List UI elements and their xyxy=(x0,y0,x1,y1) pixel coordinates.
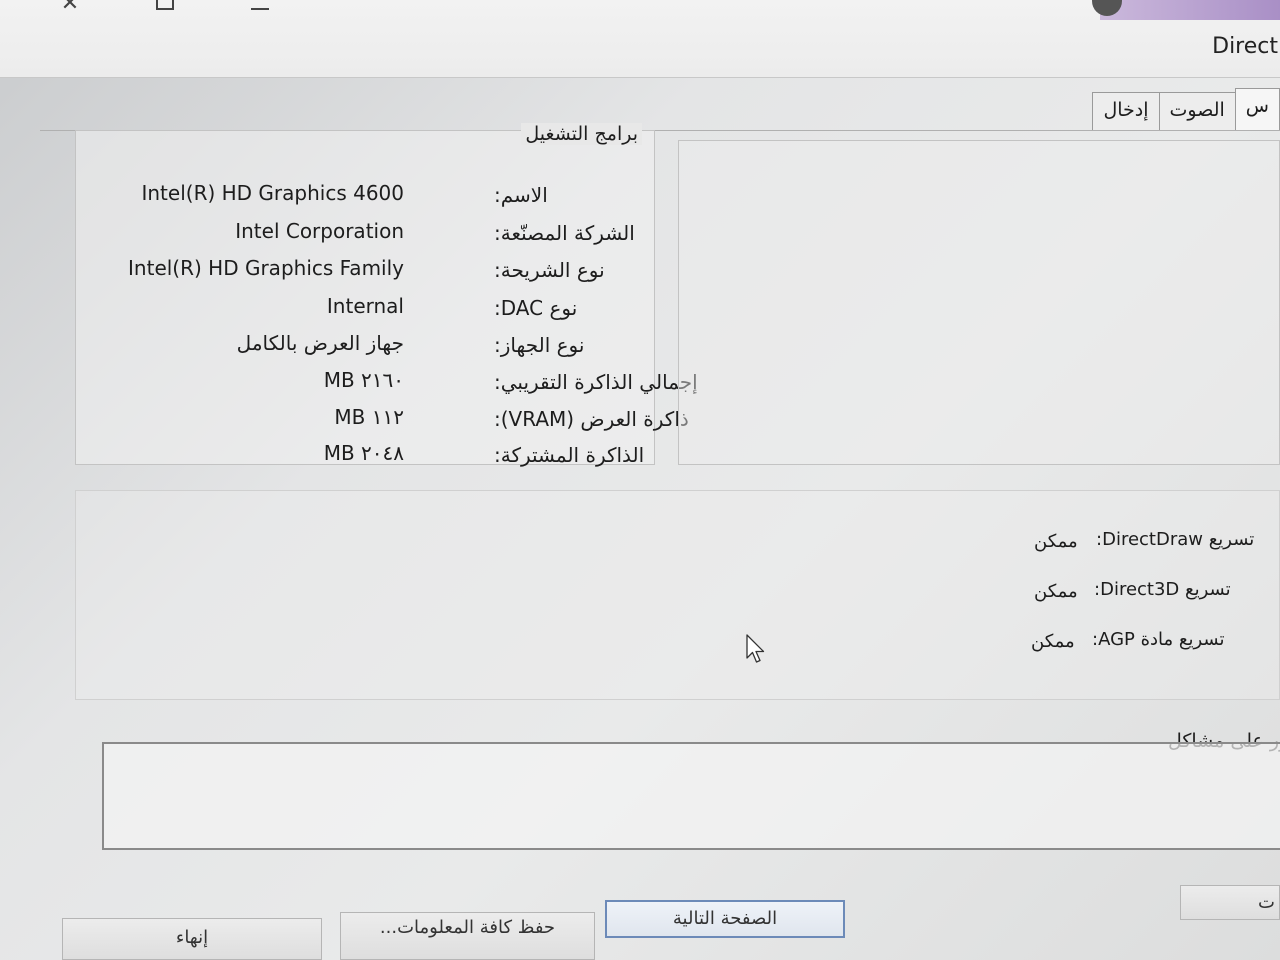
drivers-group-title: برامج التشغيل xyxy=(521,123,642,145)
minimize-icon[interactable] xyxy=(240,0,280,18)
shared-memory-label: الذاكرة المشتركة: xyxy=(494,443,645,467)
close-icon[interactable]: ✕ xyxy=(50,0,90,18)
maximize-icon[interactable] xyxy=(145,0,185,18)
manufacturer-label: الشركة المصنّعة: xyxy=(494,221,635,245)
tab-display[interactable]: س xyxy=(1234,88,1280,130)
manufacturer-value: Intel Corporation xyxy=(235,219,404,243)
taskbar-strip xyxy=(1100,0,1280,20)
device-name-label: الاسم: xyxy=(494,183,548,207)
directdraw-accel-value: ممكن xyxy=(1034,531,1078,552)
tab-sound[interactable]: الصوت xyxy=(1158,92,1236,130)
dxdiag-screen: ✕ Direct س الصوت إدخال برامج التشغيل Int… xyxy=(0,0,1280,960)
agp-accel-value: ممكن xyxy=(1031,631,1075,652)
minimize-bar-icon xyxy=(251,8,269,10)
direct3d-accel-value: ممكن xyxy=(1034,581,1078,602)
tab-input[interactable]: إدخال xyxy=(1092,92,1160,130)
vram-label: ذاكرة العرض (VRAM): xyxy=(494,407,689,431)
device-info-panel xyxy=(678,140,1280,465)
maximize-square-icon xyxy=(156,0,174,10)
shared-memory-value: MB ٢٠٤٨ xyxy=(323,441,404,465)
total-memory-label: إجمالي الذاكرة التقريبي: xyxy=(494,370,698,394)
total-memory-value: MB ٢١٦٠ xyxy=(323,368,404,392)
window-title: Direct xyxy=(1212,34,1278,59)
directdraw-accel-label: تسريع DirectDraw: xyxy=(1096,529,1255,550)
mouse-cursor-icon xyxy=(746,634,765,663)
exit-button[interactable]: إنهاء xyxy=(62,918,322,960)
dac-type-label: نوع DAC: xyxy=(494,296,578,320)
title-bar: ✕ Direct xyxy=(0,0,1280,78)
dac-type-value: Internal xyxy=(326,294,404,318)
direct3d-accel-label: تسريع Direct3D: xyxy=(1094,579,1231,600)
device-name-value: Intel(R) HD Graphics 4600 xyxy=(141,181,404,205)
device-type-value: جهاز العرض بالكامل xyxy=(236,331,404,355)
next-page-button[interactable]: الصفحة التالية xyxy=(605,900,845,938)
drivers-group: برامج التشغيل Intel(R) HD Graphics 4600 … xyxy=(75,123,698,467)
device-type-label: نوع الجهاز: xyxy=(494,333,585,357)
vram-value: MB ١١٢ xyxy=(334,405,404,429)
agp-accel-label: تسريع مادة AGP: xyxy=(1092,629,1225,650)
tab-strip: س الصوت إدخال xyxy=(1092,88,1280,130)
notes-box[interactable] xyxy=(102,742,1280,850)
chip-type-label: نوع الشريحة: xyxy=(494,258,605,282)
help-button[interactable]: ت xyxy=(1180,885,1280,920)
save-all-information-button[interactable]: حفظ كافة المعلومات... xyxy=(340,912,595,960)
directx-features-group: تسريع DirectDraw: ممكن تسريع Direct3D: م… xyxy=(75,490,1280,700)
chip-type-value: Intel(R) HD Graphics Family xyxy=(128,256,404,280)
